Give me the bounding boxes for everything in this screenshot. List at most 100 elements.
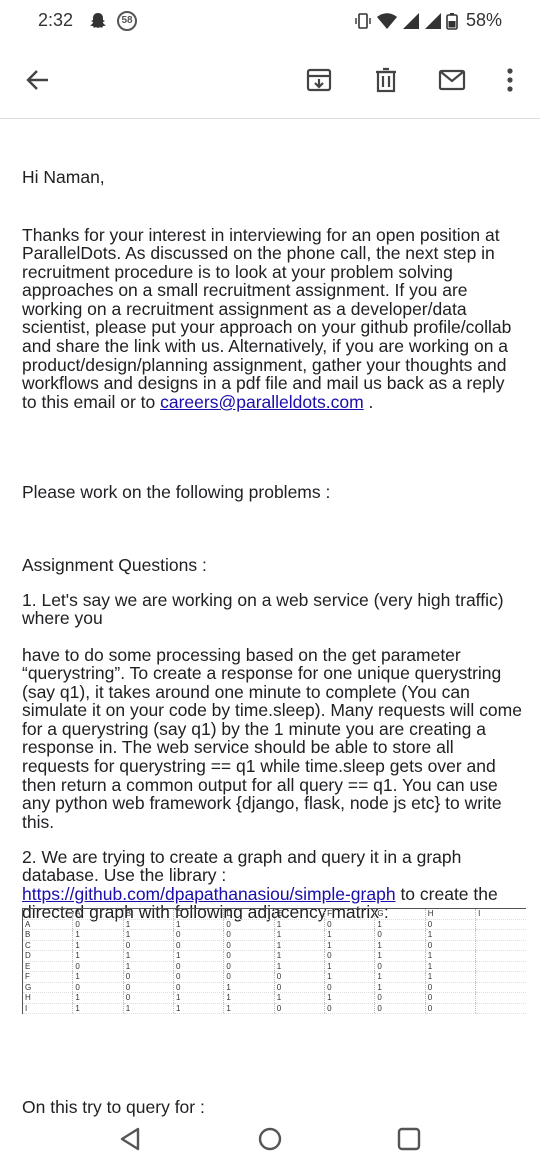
matrix-cell: 1	[173, 919, 224, 930]
matrix-cell: 1	[324, 929, 375, 941]
intro-end: .	[363, 391, 374, 412]
matrix-cell: 0	[273, 971, 325, 983]
matrix-cell: 1	[273, 961, 325, 972]
matrix-row-label: G	[21, 982, 73, 993]
matrix-header-cell: D	[223, 908, 275, 920]
matrix-header-cell: B	[122, 908, 174, 920]
matrix-cell: 1	[122, 919, 174, 930]
more-vert-icon[interactable]	[496, 66, 524, 94]
careers-email-link[interactable]: careers@paralleldots.com	[160, 392, 364, 412]
matrix-header-cell: I	[475, 908, 526, 920]
status-bar: 2:32 58 58%	[0, 0, 540, 42]
matrix-cell: 1	[72, 950, 124, 962]
matrix-cell: 1	[223, 982, 275, 993]
matrix-cell: 0	[122, 971, 174, 983]
matrix-cell: 1	[324, 940, 375, 951]
status-icons: 58%	[354, 10, 502, 31]
matrix-cell: 1	[122, 950, 174, 962]
matrix-cell: 0	[173, 982, 224, 993]
matrix-cell: 1	[122, 1003, 174, 1014]
matrix-cell: 1	[72, 992, 124, 1004]
matrix-cell: 0	[374, 1003, 426, 1014]
matrix-cell: 0	[424, 1003, 476, 1014]
matrix-cell: 1	[374, 950, 426, 962]
matrix-row: E01001101	[21, 961, 526, 972]
nav-back-icon[interactable]	[118, 1126, 144, 1152]
notification-badge: 58	[117, 11, 137, 31]
matrix-row-label: I	[21, 1003, 73, 1014]
snapchat-ghost-icon	[90, 13, 106, 28]
signal-icon	[402, 12, 419, 29]
matrix-cell: 0	[122, 982, 174, 993]
adjacency-matrix-image: ABCDEFGHIA01101010B11001101C10001110D111…	[21, 908, 526, 1020]
matrix-row-label: D	[21, 950, 73, 962]
matrix-row: C10001110	[21, 940, 526, 951]
matrix-cell: 1	[173, 992, 224, 1004]
matrix-row: G00010010	[21, 982, 526, 993]
app-bar	[0, 42, 540, 119]
status-time: 2:32	[38, 10, 74, 30]
matrix-cell: 0	[72, 961, 124, 972]
vibrate-icon	[355, 12, 371, 29]
archive-icon[interactable]	[305, 66, 333, 94]
matrix-row-label: H	[21, 992, 73, 1004]
nav-recents-icon[interactable]	[396, 1126, 422, 1152]
matrix-cell: 1	[374, 982, 426, 993]
matrix-cell: 0	[72, 982, 124, 993]
matrix-cell: 0	[223, 971, 275, 983]
matrix-cell: 1	[273, 992, 325, 1004]
mail-icon[interactable]	[438, 66, 466, 94]
matrix-cell: 0	[374, 992, 426, 1004]
matrix-cell: 1	[223, 992, 275, 1004]
matrix-cell: 0	[424, 919, 476, 930]
nav-home-icon[interactable]	[257, 1126, 283, 1152]
trash-icon[interactable]	[372, 66, 400, 94]
matrix-row: I11110000	[21, 1003, 526, 1014]
matrix-cell: 1	[374, 919, 426, 930]
matrix-cell: 0	[324, 982, 375, 993]
matrix-header-cell: F	[324, 908, 375, 920]
email-greeting: Hi Naman,	[22, 166, 105, 187]
matrix-cell: 0	[424, 982, 476, 993]
matrix-cell: 0	[273, 1003, 325, 1014]
matrix-cell: 1	[173, 950, 224, 962]
battery-percent: 58%	[465, 10, 502, 30]
matrix-cell: 1	[223, 1003, 275, 1014]
simple-graph-link[interactable]: https://github.com/dpapathanasiou/simple…	[22, 884, 396, 904]
matrix-cell: 1	[72, 929, 124, 941]
matrix-cell: 0	[424, 992, 476, 1004]
matrix-row: D11101011	[21, 950, 526, 962]
matrix-cell: 1	[324, 971, 375, 983]
matrix-cell: 1	[72, 971, 124, 983]
matrix-header-cell: A	[72, 908, 124, 920]
email-intro: Thanks for your interest in interviewing…	[22, 225, 522, 412]
matrix-cell: 1	[72, 1003, 124, 1014]
matrix-row: B11001101	[21, 929, 526, 941]
matrix-cell: 1	[72, 940, 124, 951]
matrix-header-cell: H	[424, 908, 476, 920]
please-work-text: Please work on the following problems :	[22, 481, 331, 502]
matrix-cell: 0	[223, 940, 275, 951]
matrix-cell: 0	[223, 929, 275, 941]
wifi-icon	[376, 12, 397, 29]
matrix-row: A01101010	[21, 919, 526, 930]
matrix-cell: 0	[122, 992, 174, 1004]
matrix-cell: 0	[324, 919, 375, 930]
matrix-row: H10111100	[21, 992, 526, 1004]
matrix-cell: 0	[223, 961, 275, 972]
matrix-cell: 1	[324, 992, 375, 1004]
matrix-cell: 0	[173, 929, 224, 941]
matrix-cell: 1	[374, 971, 426, 983]
matrix-cell: 0	[72, 919, 124, 930]
matrix-row-label: A	[21, 919, 73, 930]
matrix-cell: 1	[273, 940, 325, 951]
matrix-cell: 0	[173, 940, 224, 951]
signal-2-icon	[424, 12, 441, 29]
matrix-cell: 1	[122, 929, 174, 941]
matrix-header-cell: E	[273, 908, 325, 920]
matrix-cell: 1	[374, 940, 426, 951]
matrix-cell: 0	[223, 919, 275, 930]
matrix-header-row: ABCDEFGHI	[21, 908, 526, 920]
matrix-cell: 0	[374, 961, 426, 972]
arrow-back-icon[interactable]	[24, 66, 52, 94]
